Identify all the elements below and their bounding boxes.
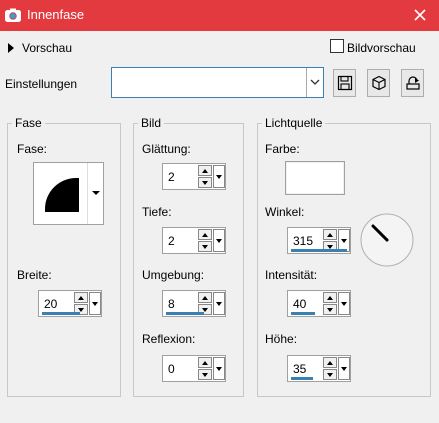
- bevel-dropdown-arrow[interactable]: [87, 163, 103, 224]
- intensity-spinner[interactable]: 40: [287, 290, 351, 317]
- light-source-group-title: Lichtquelle: [262, 116, 326, 130]
- expand-triangle-icon[interactable]: [8, 43, 15, 53]
- value-bar: [291, 249, 347, 252]
- camera-icon: [5, 8, 21, 22]
- preset-manager-button[interactable]: [401, 69, 424, 97]
- window-title: Innenfase: [27, 7, 85, 22]
- slider-dropdown-icon[interactable]: [89, 292, 101, 315]
- dropdown-arrow[interactable]: [306, 68, 323, 97]
- spin-down-icon[interactable]: [323, 304, 337, 315]
- intensity-label: Intensität:: [265, 268, 318, 282]
- angle-value[interactable]: 315: [293, 234, 313, 248]
- spin-down-icon[interactable]: [198, 177, 212, 188]
- save-icon: [337, 75, 353, 91]
- fase-group-title: Fase: [12, 116, 45, 130]
- angle-dial[interactable]: [359, 212, 415, 268]
- save-preset-button[interactable]: [333, 69, 356, 97]
- image-preview-checkbox[interactable]: [330, 39, 344, 53]
- spin-up-icon[interactable]: [323, 292, 337, 303]
- color-label: Farbe:: [265, 142, 300, 156]
- smoothness-value[interactable]: 2: [168, 170, 175, 184]
- chevron-down-icon: [310, 79, 320, 85]
- depth-label: Tiefe:: [142, 205, 172, 219]
- value-bar: [166, 312, 204, 315]
- ambience-label: Umgebung:: [142, 268, 205, 282]
- slider-dropdown-icon[interactable]: [213, 292, 225, 315]
- spin-up-icon[interactable]: [198, 229, 212, 240]
- slider-dropdown-icon[interactable]: [213, 229, 225, 252]
- preset-manager-icon: [406, 76, 420, 90]
- slider-dropdown-icon[interactable]: [213, 357, 225, 380]
- close-icon[interactable]: [408, 4, 432, 26]
- title-bar: Innenfase: [0, 0, 439, 31]
- fase-label: Fase:: [17, 142, 48, 156]
- intensity-value[interactable]: 40: [293, 297, 306, 311]
- cube-icon: [372, 75, 386, 91]
- height-label: Höhe:: [265, 332, 298, 346]
- spin-up-icon[interactable]: [198, 165, 212, 176]
- height-value[interactable]: 35: [293, 362, 306, 376]
- value-bar: [291, 377, 313, 380]
- spin-up-icon[interactable]: [198, 292, 212, 303]
- reflection-label: Reflexion:: [142, 332, 196, 346]
- value-bar: [42, 312, 80, 315]
- spin-up-icon[interactable]: [198, 357, 212, 368]
- depth-value[interactable]: 2: [168, 234, 175, 248]
- angle-label: Winkel:: [265, 205, 305, 219]
- depth-spinner[interactable]: 2: [162, 227, 226, 254]
- height-spinner[interactable]: 35: [287, 355, 351, 382]
- width-label: Breite:: [17, 268, 52, 282]
- spin-up-icon[interactable]: [323, 229, 337, 240]
- spin-down-icon[interactable]: [323, 369, 337, 380]
- ambience-value[interactable]: 8: [168, 297, 175, 311]
- spin-up-icon[interactable]: [323, 357, 337, 368]
- image-preview-label[interactable]: Bildvorschau: [347, 41, 416, 55]
- ambience-spinner[interactable]: 8: [162, 290, 226, 317]
- bild-group-title: Bild: [138, 116, 165, 130]
- reflection-value[interactable]: 0: [168, 362, 175, 376]
- light-color-fill: [287, 163, 343, 193]
- slider-dropdown-icon[interactable]: [338, 357, 350, 380]
- slider-dropdown-icon[interactable]: [213, 165, 225, 188]
- smoothness-label: Glättung:: [142, 142, 191, 156]
- preset-dropdown[interactable]: [111, 67, 324, 98]
- angle-spinner[interactable]: 315: [287, 227, 351, 254]
- bevel-quarter-circle-icon: [45, 178, 79, 212]
- preview-toggle-label[interactable]: Vorschau: [22, 41, 72, 55]
- spin-down-icon[interactable]: [198, 241, 212, 252]
- random-button[interactable]: [367, 69, 390, 97]
- spin-up-icon[interactable]: [74, 292, 88, 303]
- reflection-spinner[interactable]: 0: [162, 355, 226, 382]
- slider-dropdown-icon[interactable]: [338, 292, 350, 315]
- width-value[interactable]: 20: [44, 297, 57, 311]
- value-bar: [291, 312, 315, 315]
- spin-down-icon[interactable]: [198, 369, 212, 380]
- settings-label: Einstellungen: [5, 77, 78, 91]
- light-color-swatch[interactable]: [285, 161, 345, 195]
- smoothness-spinner[interactable]: 2: [162, 163, 226, 190]
- bevel-shape-selector[interactable]: [33, 162, 104, 225]
- width-spinner[interactable]: 20: [38, 290, 102, 317]
